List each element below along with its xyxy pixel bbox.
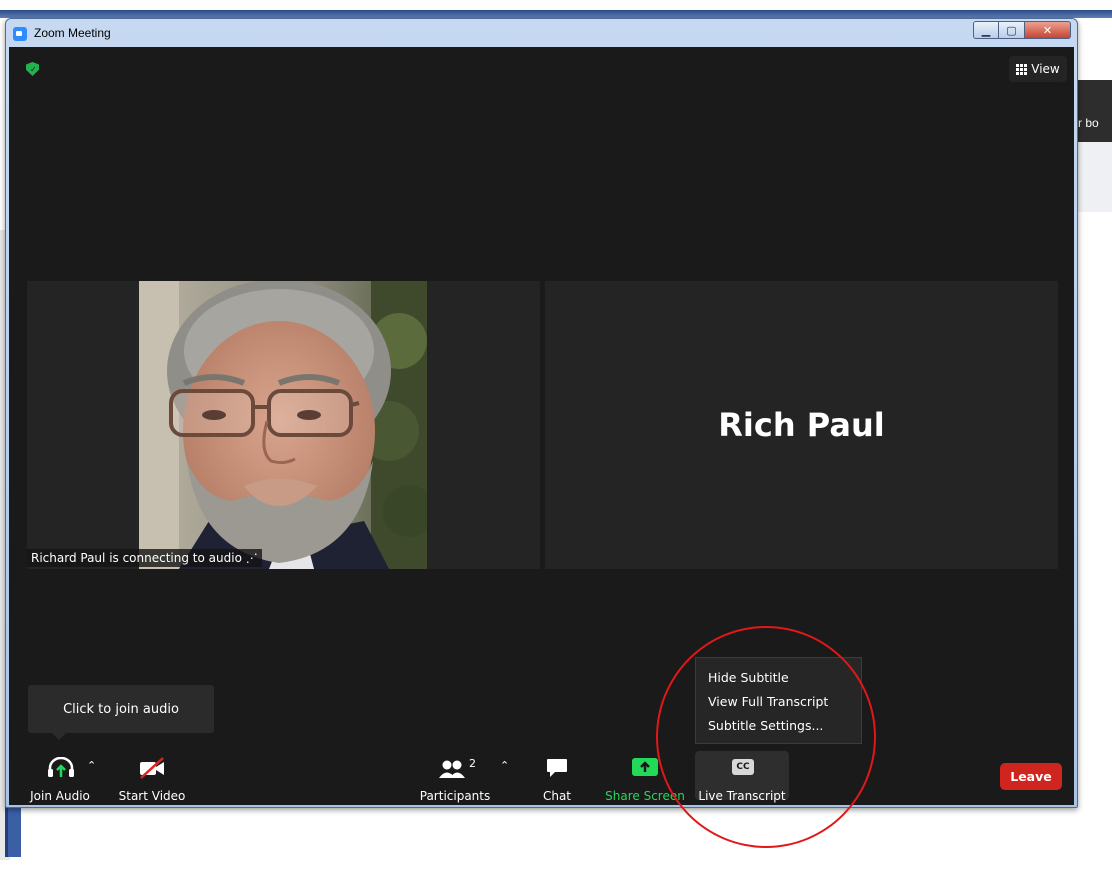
view-label: View (1031, 62, 1060, 76)
participant-portrait-image (139, 281, 427, 569)
video-tile-richard[interactable]: Richard Paul is connecting to audio ⋰ (27, 281, 540, 569)
background-taskbar-edge (5, 805, 21, 857)
window-title: Zoom Meeting (34, 26, 111, 40)
join-audio-label: Join Audio (30, 789, 90, 803)
live-transcript-label: Live Transcript (698, 789, 786, 803)
headphones-icon (48, 757, 74, 777)
menu-item-hide-subtitle[interactable]: Hide Subtitle (696, 666, 861, 690)
more-options-icon[interactable]: ⋰ (246, 551, 258, 565)
chat-button[interactable]: Chat (527, 757, 587, 805)
window-controls: ▁ ▢ ✕ (973, 21, 1071, 39)
start-video-button[interactable]: Start Video (117, 757, 187, 805)
zoom-app-icon (13, 27, 27, 41)
menu-item-view-full-transcript[interactable]: View Full Transcript (696, 690, 861, 714)
join-audio-button[interactable]: Join Audio (25, 757, 95, 805)
participants-button[interactable]: 2 Participants (413, 757, 497, 805)
maximize-button[interactable]: ▢ (999, 21, 1025, 39)
participant-display-name: Rich Paul (718, 406, 885, 444)
meeting-area: ✓ View Richard Paul is connecting to aud… (9, 47, 1074, 805)
minimize-button[interactable]: ▁ (973, 21, 999, 39)
background-panel-light (1076, 142, 1112, 212)
name-tag-text: Richard Paul is connecting to audio (31, 551, 242, 565)
participant-name-tag: Richard Paul is connecting to audio ⋰ (27, 549, 262, 567)
grid-view-icon (1016, 63, 1028, 75)
start-video-label: Start Video (118, 789, 186, 803)
checkmark-icon: ✓ (30, 65, 37, 74)
join-audio-tooltip: Click to join audio (28, 685, 214, 740)
chat-bubble-icon (547, 759, 567, 777)
live-transcript-menu: Hide Subtitle View Full Transcript Subti… (695, 657, 862, 744)
live-transcript-button[interactable]: CC Live Transcript (695, 757, 789, 805)
participants-icon (439, 760, 465, 778)
background-window-titlebar (0, 10, 1112, 18)
participants-options-chevron-up-icon[interactable]: ⌃ (500, 759, 509, 772)
audio-options-chevron-up-icon[interactable]: ⌃ (87, 759, 96, 772)
chat-label: Chat (542, 789, 572, 803)
share-screen-icon (632, 758, 658, 776)
view-button[interactable]: View (1009, 56, 1067, 82)
tooltip-text: Click to join audio (63, 701, 179, 717)
background-panel (1076, 80, 1112, 142)
participants-count-badge: 2 (469, 757, 476, 770)
cc-icon: CC (732, 759, 754, 775)
background-text: r bo (1078, 116, 1099, 130)
video-tile-rich-paul[interactable]: Rich Paul (545, 281, 1058, 569)
participants-label: Participants (419, 789, 491, 803)
close-button[interactable]: ✕ (1025, 21, 1071, 39)
menu-item-subtitle-settings[interactable]: Subtitle Settings... (696, 714, 861, 738)
share-screen-button[interactable]: Share Screen (605, 757, 685, 805)
window-titlebar[interactable]: Zoom Meeting ▁ ▢ ✕ (6, 19, 1077, 49)
share-screen-label: Share Screen (605, 789, 685, 803)
participant-photo (139, 281, 427, 569)
zoom-meeting-window: Zoom Meeting ▁ ▢ ✕ ✓ View Richard Paul i… (5, 18, 1078, 808)
leave-button[interactable]: Leave (1000, 763, 1062, 790)
video-off-icon (140, 757, 164, 779)
